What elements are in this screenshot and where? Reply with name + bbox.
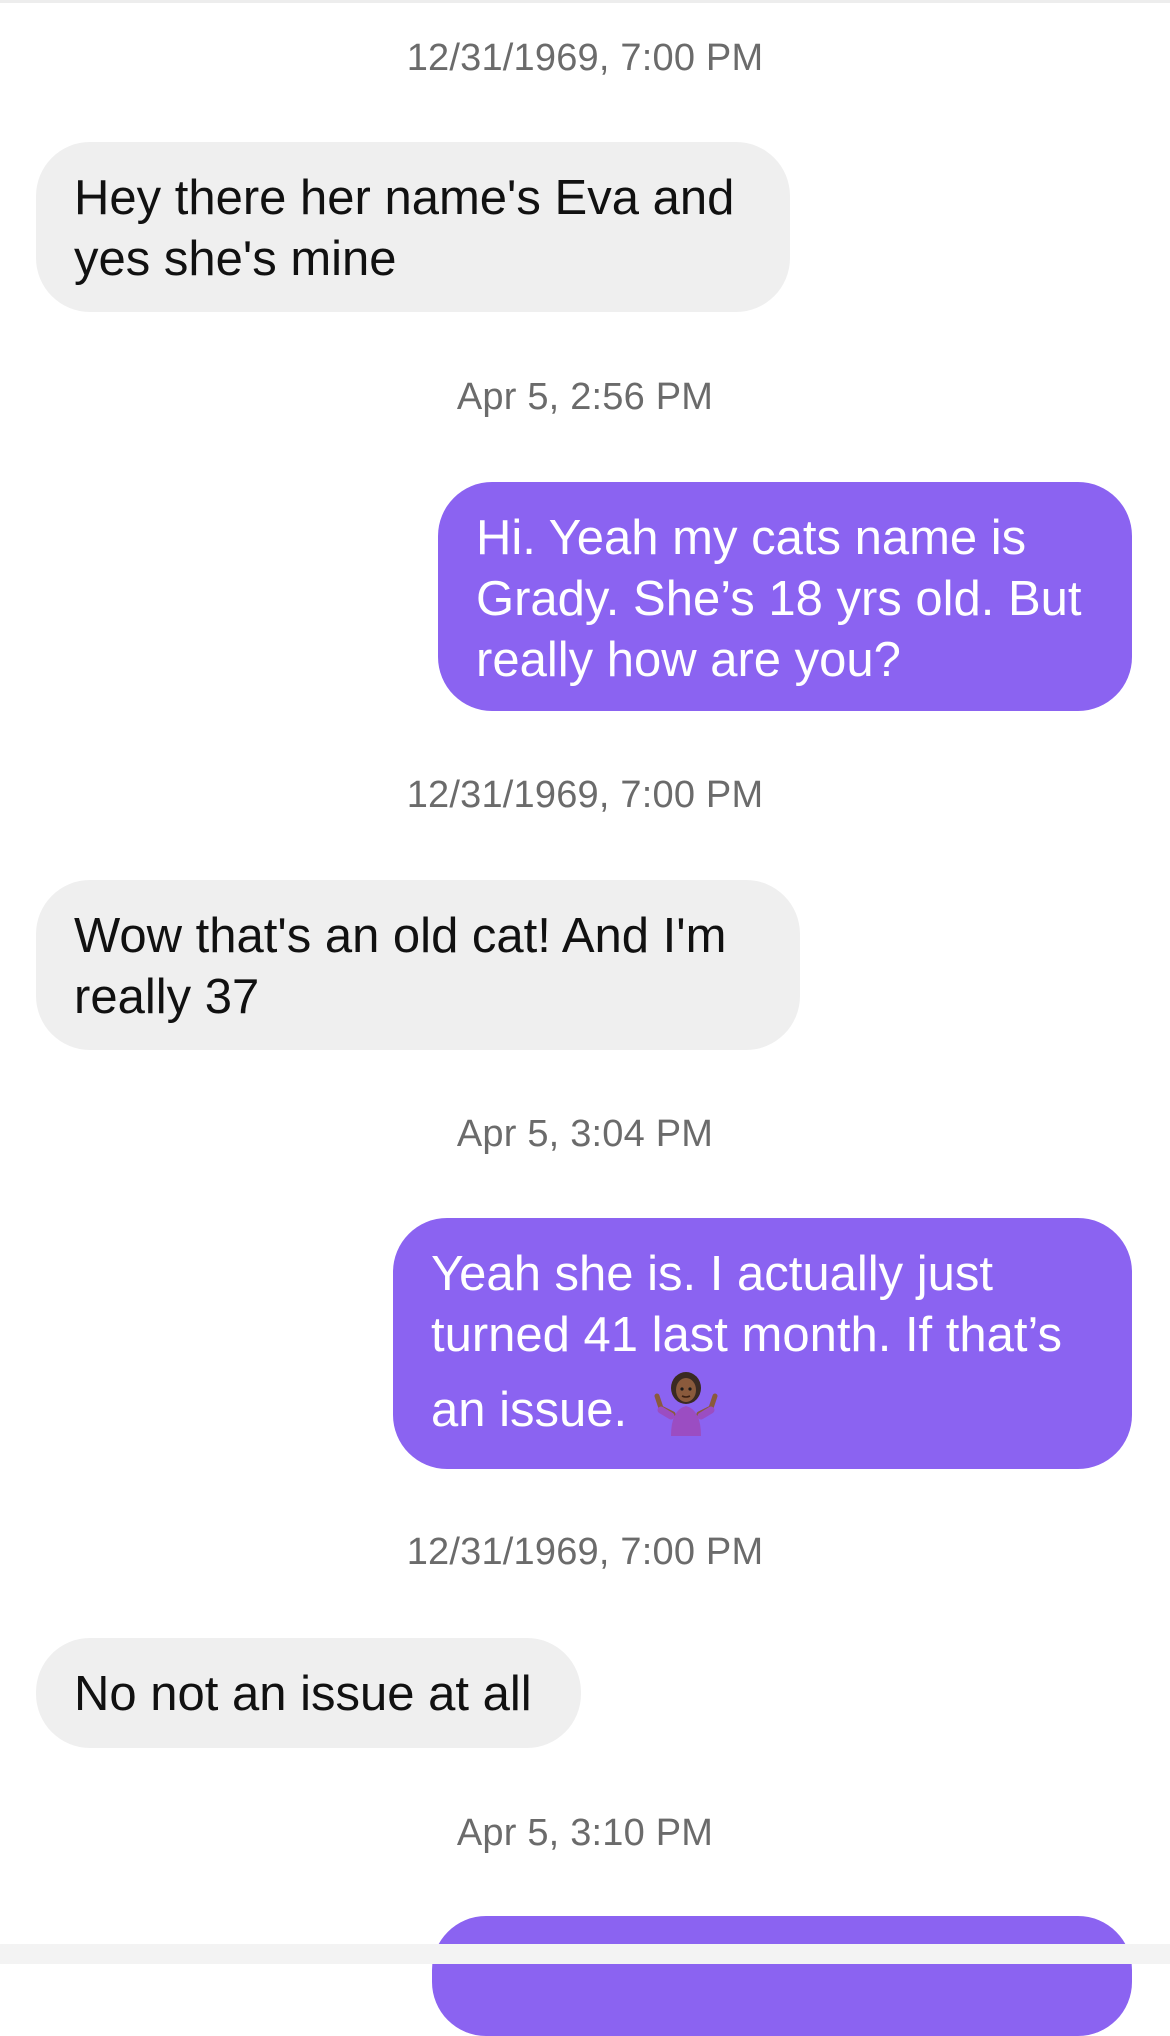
- message-timestamp: Apr 5, 2:56 PM: [456, 376, 714, 418]
- outgoing-message-bubble[interactable]: Yeah she is. I actually just turned 41 l…: [393, 1218, 1132, 1469]
- message-text: No not an issue at all: [74, 1667, 532, 1721]
- outgoing-message-bubble[interactable]: [432, 1916, 1132, 2036]
- outgoing-message-bubble[interactable]: Hi. Yeah my cats name is Grady. She’s 18…: [438, 482, 1132, 711]
- incoming-message-bubble[interactable]: Hey there her name's Eva and yes she's m…: [36, 142, 790, 312]
- message-timestamp: 12/31/1969, 7:00 PM: [406, 774, 764, 816]
- bottom-divider: [0, 1944, 1170, 1964]
- message-text: Yeah she is. I actually just turned 41 l…: [431, 1247, 1063, 1437]
- message-text: Wow that's an old cat! And I'm really 37: [74, 909, 727, 1024]
- message-timestamp: 12/31/1969, 7:00 PM: [406, 1531, 764, 1573]
- message-text: Hey there her name's Eva and yes she's m…: [74, 171, 735, 286]
- incoming-message-bubble[interactable]: No not an issue at all: [36, 1638, 581, 1748]
- message-timestamp: Apr 5, 3:10 PM: [456, 1812, 714, 1854]
- person-shrugging-icon: [654, 1372, 718, 1436]
- message-text: Hi. Yeah my cats name is Grady. She’s 18…: [476, 511, 1082, 687]
- message-timestamp: 12/31/1969, 7:00 PM: [406, 37, 764, 79]
- incoming-message-bubble[interactable]: Wow that's an old cat! And I'm really 37: [36, 880, 800, 1050]
- message-timestamp: Apr 5, 3:04 PM: [456, 1113, 714, 1155]
- top-divider: [0, 0, 1170, 3]
